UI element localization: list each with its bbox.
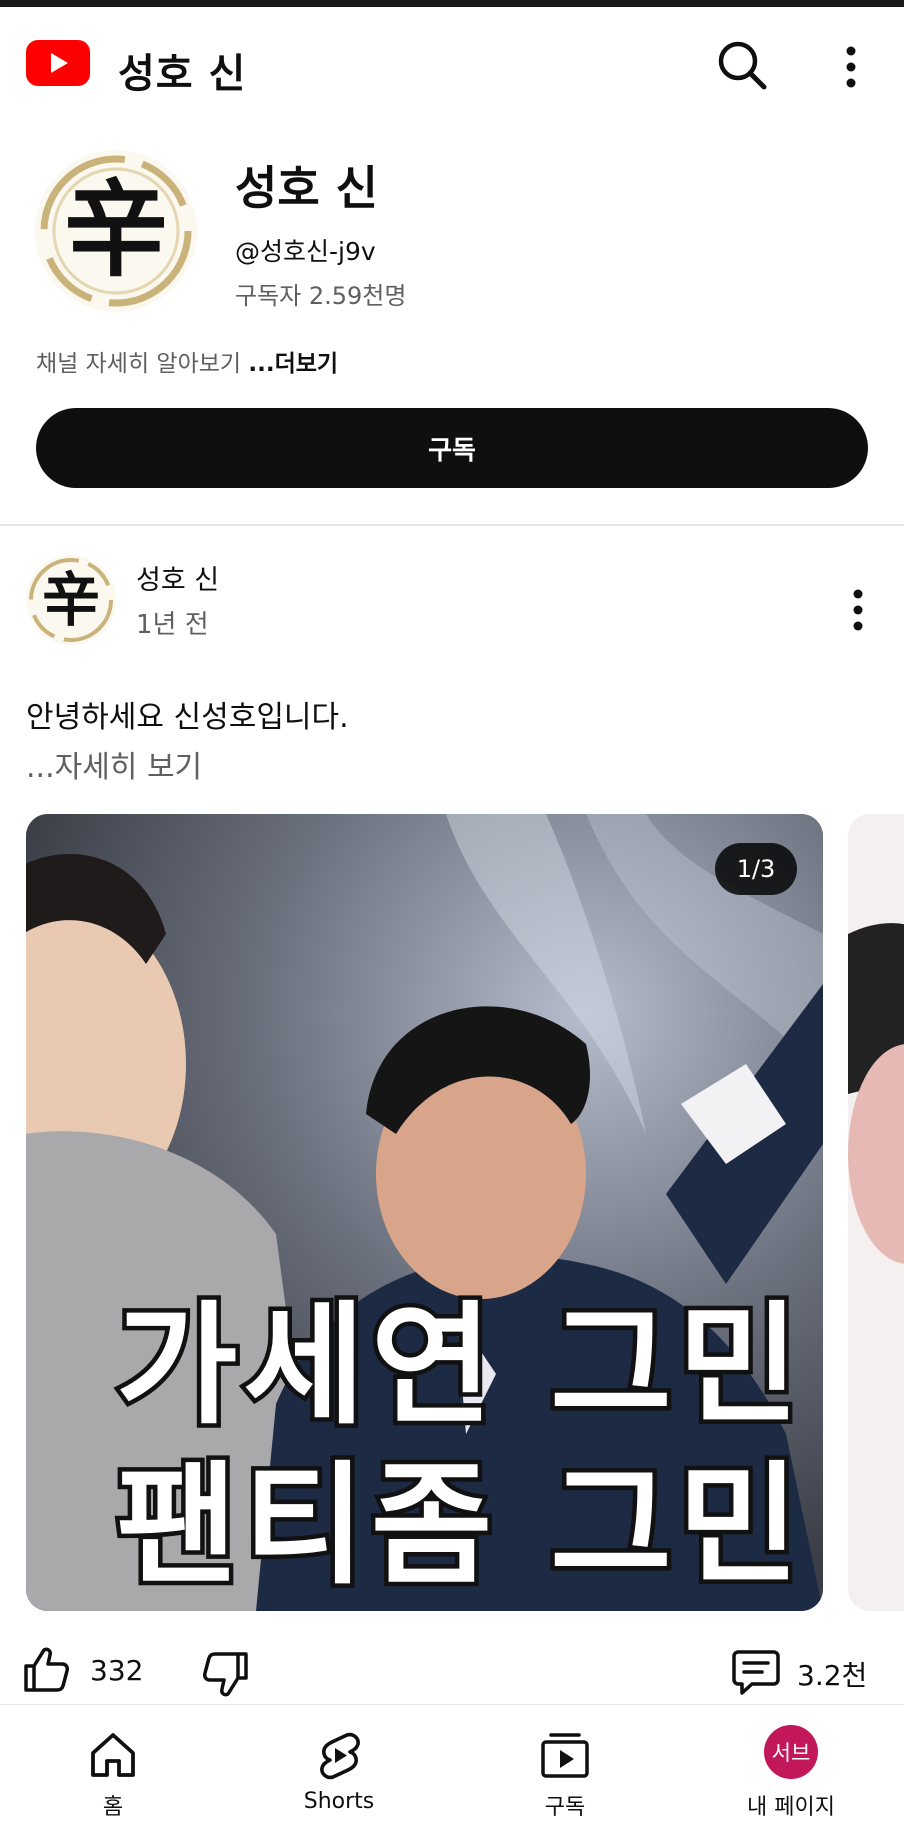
dislike-icon[interactable] — [200, 1648, 252, 1700]
more-vert-icon[interactable] — [826, 37, 876, 97]
channel-handle: @성호신-j9v — [235, 237, 376, 266]
post-author-avatar[interactable]: 辛 — [26, 555, 116, 645]
home-icon — [87, 1729, 139, 1781]
thumbnail-caption-line: 가세연 그민 — [112, 1285, 806, 1448]
post-author[interactable]: 성호 신 — [136, 558, 219, 597]
subscriptions-icon — [539, 1729, 591, 1781]
post-avatar-glyph: 辛 — [42, 566, 100, 634]
next-image-illustration — [848, 814, 904, 1611]
nav-label-my-page: 내 페이지 — [747, 1795, 835, 1820]
post-text: 안녕하세요 신성호입니다. — [26, 700, 349, 735]
shorts-icon — [313, 1729, 365, 1781]
channel-avatar[interactable]: 辛 — [35, 150, 197, 312]
subscribe-button[interactable]: 구독 — [36, 408, 868, 488]
thumbnail-caption: 가세연 그민 팬티좀 그민 — [26, 1281, 823, 1611]
post-read-more[interactable]: ...자세히 보기 — [26, 742, 202, 786]
channel-about-link[interactable]: 채널 자세히 알아보기 ...더보기 — [36, 344, 338, 378]
youtube-logo-icon[interactable] — [26, 40, 90, 86]
subscriber-count: 구독자 2.59천명 — [235, 282, 407, 310]
comment-icon[interactable] — [730, 1646, 782, 1698]
post-image[interactable]: 가세연 그민 팬티좀 그민 1/3 — [26, 814, 823, 1611]
status-bar — [0, 0, 904, 7]
nav-label-home: 홈 — [102, 1795, 124, 1820]
app-header: 성호 신 — [0, 7, 904, 117]
nav-shorts[interactable]: Shorts — [249, 1705, 429, 1830]
like-icon[interactable] — [20, 1644, 72, 1696]
thumbnail-caption-line: 팬티좀 그민 — [112, 1445, 806, 1608]
search-icon[interactable] — [712, 35, 772, 95]
nav-label-subscriptions: 구독 — [544, 1795, 586, 1820]
nav-subscriptions[interactable]: 구독 — [475, 1705, 655, 1830]
nav-my-page[interactable]: 서브 내 페이지 — [701, 1705, 881, 1830]
avatar-glyph: 辛 — [64, 168, 168, 291]
bottom-nav: 홈 Shorts 구독 서브 내 페이지 — [0, 1704, 904, 1830]
post-more-icon[interactable] — [838, 582, 878, 638]
header-title: 성호 신 — [118, 51, 247, 97]
nav-label-shorts: Shorts — [303, 1789, 375, 1814]
comment-count: 3.2천 — [797, 1659, 868, 1692]
divider — [0, 524, 904, 526]
post-time: 1년 전 — [136, 610, 209, 640]
nav-home[interactable]: 홈 — [23, 1705, 203, 1830]
avatar: 서브 — [764, 1725, 818, 1779]
channel-about-text: 채널 자세히 알아보기 — [36, 351, 242, 377]
next-image-peek[interactable] — [848, 814, 904, 1611]
like-count: 332 — [90, 1654, 144, 1687]
channel-about-more[interactable]: ...더보기 — [248, 351, 338, 377]
channel-name: 성호 신 — [235, 161, 378, 215]
page-counter: 1/3 — [715, 843, 797, 895]
